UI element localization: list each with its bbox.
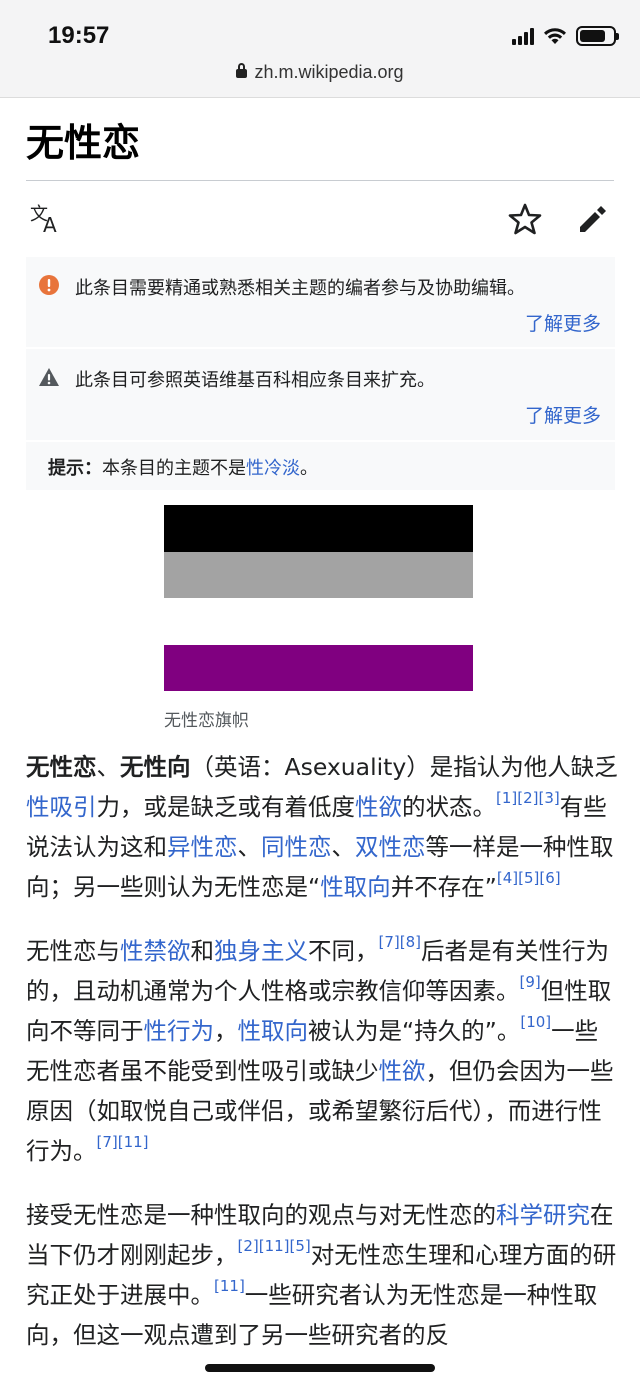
notice-text: 此条目可参照英语维基百科相应条目来扩充。 <box>75 370 435 391</box>
link-sexual-orientation[interactable]: 性取向 <box>320 873 391 901</box>
star-icon[interactable] <box>508 202 542 236</box>
notice-expert-needed: 此条目需要精通或熟悉相关主题的编者参与及协助编辑。 了解更多 <box>26 257 615 347</box>
url-text: zh.m.wikipedia.org <box>254 62 404 82</box>
link-sexual-behavior[interactable]: 性行为 <box>144 1017 215 1045</box>
reference-link[interactable]: [2][11][5] <box>238 1237 311 1255</box>
url-bar[interactable]: zh.m.wikipedia.org <box>0 62 640 83</box>
flag-stripe-gray <box>164 551 473 598</box>
reference-link[interactable]: [7][8] <box>379 933 422 951</box>
link-heterosexuality[interactable]: 异性恋 <box>167 833 238 861</box>
link-sexual-attraction[interactable]: 性吸引 <box>26 793 97 821</box>
paragraph-3: 接受无性恋是一种性取向的观点与对无性恋的科学研究在当下仍才刚刚起步，[2][11… <box>26 1201 617 1349</box>
learn-more-link[interactable]: 了解更多 <box>525 309 601 336</box>
svg-text:A: A <box>43 213 57 235</box>
hatnote-link[interactable]: 性冷淡 <box>246 458 300 479</box>
status-time: 19:57 <box>48 22 110 49</box>
notice-expand: 此条目可参照英语维基百科相应条目来扩充。 了解更多 <box>26 349 615 440</box>
home-indicator[interactable] <box>205 1364 435 1372</box>
notice-box: 此条目需要精通或熟悉相关主题的编者参与及协助编辑。 了解更多 此条目可参照英语维… <box>26 257 615 492</box>
battery-icon <box>576 26 619 46</box>
link-sexual-orientation[interactable]: 性取向 <box>238 1017 309 1045</box>
hatnote-text: 本条目的主题不是 <box>102 458 246 479</box>
flag-stripe-purple <box>164 644 473 691</box>
hatnote: 提示：本条目的主题不是性冷淡。 <box>26 442 615 490</box>
cellular-signal-icon <box>512 27 534 45</box>
link-libido[interactable]: 性欲 <box>355 793 402 821</box>
reference-link[interactable]: [1][2][3] <box>496 789 560 807</box>
flag-stripe-white <box>164 598 473 645</box>
title-divider <box>26 180 614 181</box>
reference-link[interactable]: [4][5][6] <box>497 869 561 887</box>
browser-chrome: 19:57 zh.m.wikipedia.org <box>0 0 640 98</box>
flag-caption: 无性恋旗帜 <box>164 711 249 731</box>
hatnote-label: 提示： <box>48 458 102 479</box>
link-bisexuality[interactable]: 双性恋 <box>355 833 426 861</box>
translate-icon[interactable]: 文 A <box>30 203 66 235</box>
warning-triangle-icon <box>39 368 59 386</box>
page-title: 无性恋 <box>26 120 141 165</box>
asexual-flag-image[interactable] <box>164 505 473 691</box>
notice-text: 此条目需要精通或熟悉相关主题的编者参与及协助编辑。 <box>75 278 525 299</box>
paragraph-2: 无性恋与性禁欲和独身主义不同，[7][8]后者是有关性行为的，且动机通常为个人性… <box>26 933 614 1166</box>
link-scientific-research[interactable]: 科学研究 <box>496 1201 590 1229</box>
error-circle-icon <box>39 275 59 295</box>
flag-stripe-black <box>164 505 473 552</box>
pencil-icon[interactable] <box>576 202 610 236</box>
reference-link[interactable]: [7][11] <box>97 1133 149 1151</box>
learn-more-link[interactable]: 了解更多 <box>525 401 601 428</box>
paragraph-1: 无性恋、无性向（英语：Asexuality）是指认为他人缺乏性吸引力，或是缺乏或… <box>26 753 618 901</box>
reference-link[interactable]: [11] <box>214 1277 245 1295</box>
status-icons <box>512 26 619 46</box>
reference-link[interactable]: [10] <box>520 1013 551 1031</box>
article-body: 无性恋、无性向（英语：Asexuality）是指认为他人缺乏性吸引力，或是缺乏或… <box>26 747 618 1379</box>
wifi-icon <box>544 28 566 44</box>
reference-link[interactable]: [9] <box>520 973 541 991</box>
lock-icon <box>236 63 248 78</box>
link-abstinence[interactable]: 性禁欲 <box>120 937 191 965</box>
link-libido[interactable]: 性欲 <box>379 1057 426 1085</box>
link-homosexuality[interactable]: 同性恋 <box>261 833 332 861</box>
link-celibacy[interactable]: 独身主义 <box>214 937 308 965</box>
